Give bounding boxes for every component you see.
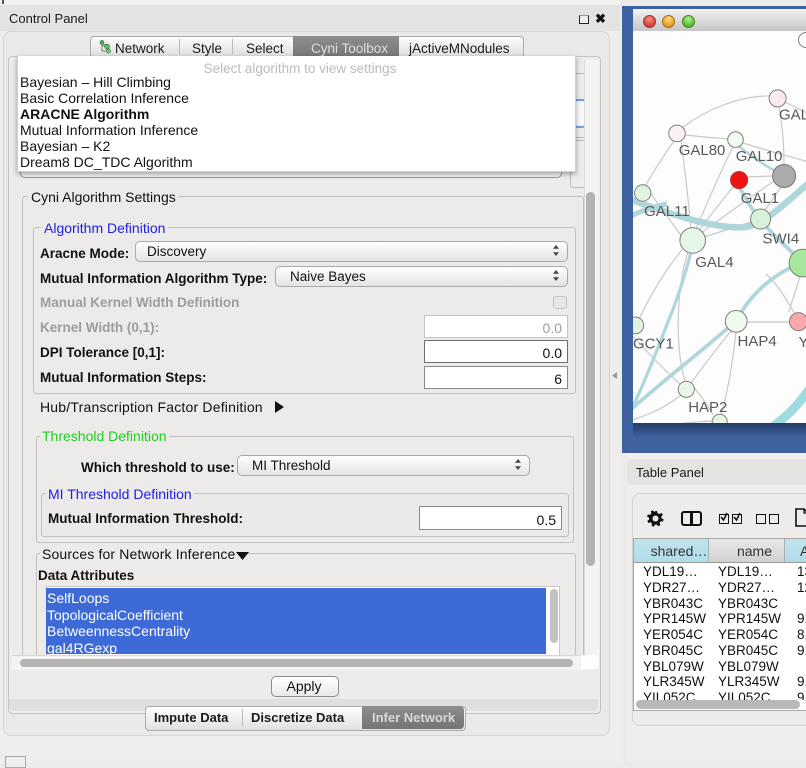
svg-text:HAP2: HAP2 [688, 399, 727, 416]
svg-text:HAP4: HAP4 [738, 333, 777, 350]
svg-text:SWI4: SWI4 [763, 231, 800, 248]
svg-text:GAL4: GAL4 [695, 254, 733, 271]
svg-text:GAL80: GAL80 [679, 142, 726, 159]
svg-text:GAL1: GAL1 [741, 190, 779, 207]
svg-text:Y: Y [799, 334, 806, 351]
svg-text:GCY1: GCY1 [633, 336, 674, 353]
svg-text:GAL11: GAL11 [644, 203, 690, 220]
svg-text:GAL7: GAL7 [779, 107, 806, 124]
svg-text:GAL10: GAL10 [736, 148, 783, 165]
